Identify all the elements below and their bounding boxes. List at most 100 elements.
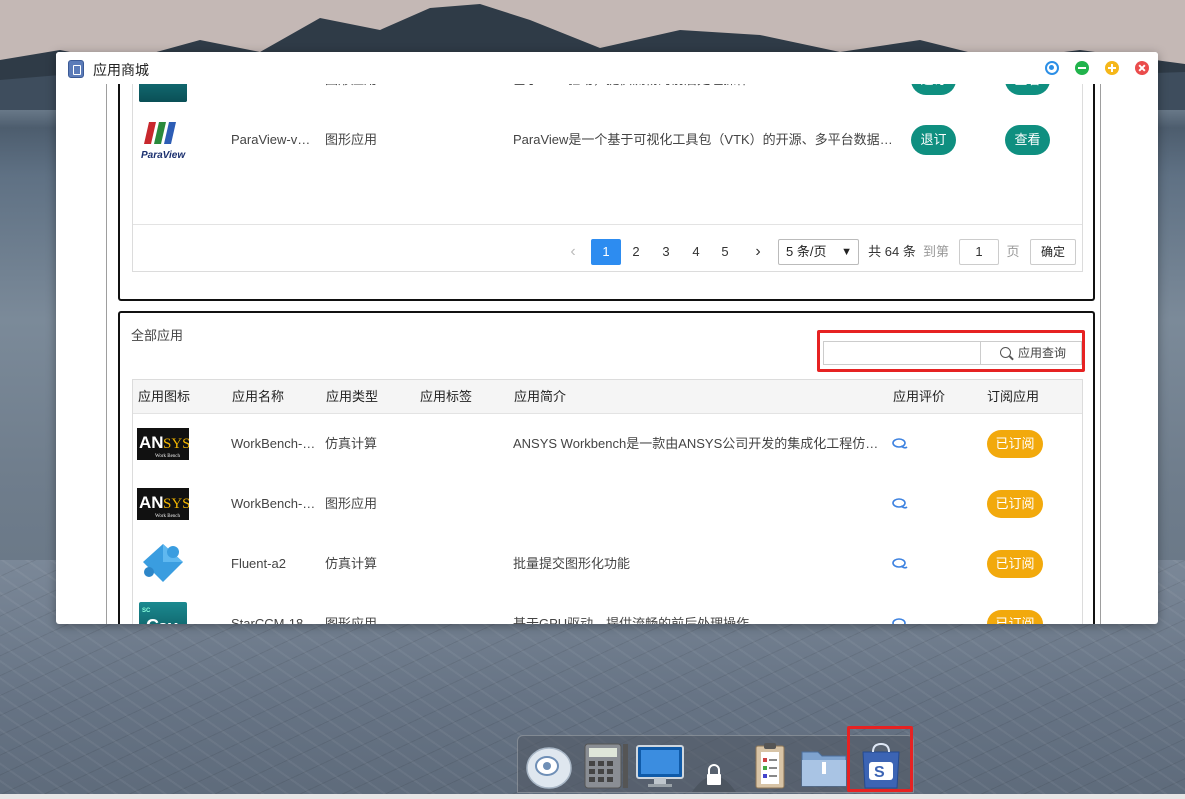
subscribed-apps-table: C CM StarCCM-18... 图形应用 基于GPU驱动，提供流畅的前后处… [132,84,1083,272]
page-3[interactable]: 3 [655,239,677,265]
comment-icon[interactable] [892,558,908,570]
page-4[interactable]: 4 [685,239,707,265]
app-desc: ParaView是一个基于可视化工具包（VTK）的开源、多平台数据分析和... [513,132,903,147]
calculator-icon[interactable] [579,740,631,792]
titlebar: 应用商城 [56,52,1158,84]
app-desc: 基于GPU驱动，提供流畅的前后处理操作 [513,84,903,110]
subscribed-button[interactable]: 已订阅 [987,610,1043,624]
goto-page-input[interactable]: 1 [959,239,999,265]
app-name: Fluent-a2 [231,556,286,571]
ansys-logo: AN SYS Work Bench [137,488,189,520]
table-header: 应用图标 应用名称 应用类型 应用标签 应用简介 应用评价 订阅应用 [133,380,1082,414]
paraview-logo: ParaView [141,122,186,161]
minimize-button[interactable] [1075,61,1089,75]
chevron-down-icon: ▼ [841,246,852,258]
prev-page-icon[interactable]: ‹ [565,239,581,265]
app-name: StarCCM-18... [231,84,317,110]
unsubscribe-button[interactable]: 退订 [911,125,956,155]
table-row: AN SYS Work Bench WorkBench-v... 图形应用 已订… [133,474,1082,534]
starccm-logo: SC C CM [139,602,187,624]
app-tag [419,594,499,624]
svg-text:SYS: SYS [163,496,189,512]
svg-text:Work Bench: Work Bench [155,514,181,519]
folder-icon[interactable] [798,740,850,792]
comment-icon[interactable] [892,618,908,624]
header-rating: 应用评价 [893,389,946,404]
lock-icon[interactable] [688,740,740,792]
pagination: ‹ 1 2 3 4 5 › 5 条/页 ▼ 共 64 条 到第 1 页 确定 [133,224,1082,272]
table-row: ParaView ParaView-v5.... 图形应用 ParaView是一… [133,110,1082,170]
table-row: AN SYS Work Bench WorkBench-v... 仿真计算 AN… [133,414,1082,474]
app-tag [419,474,499,534]
table-row: C CM StarCCM-18... 图形应用 基于GPU驱动，提供流畅的前后处… [133,84,1082,110]
clipboard-icon[interactable] [744,740,796,792]
content-area: C CM StarCCM-18... 图形应用 基于GPU驱动，提供流畅的前后处… [56,84,1158,624]
app-type: 仿真计算 [325,556,378,571]
header-type: 应用类型 [326,389,379,404]
subscribed-button[interactable]: 已订阅 [987,430,1043,458]
app-desc: ANSYS Workbench是一款由ANSYS公司开发的集成化工程仿真平... [513,436,883,451]
search-input[interactable] [823,341,981,365]
table-row: SC C CM StarCCM-18... 图形应用 基于GPU驱动，提供流畅的… [133,594,1082,624]
app-desc: 批量提交图形化功能 [513,556,631,571]
subscribed-button[interactable]: 已订阅 [987,490,1043,518]
app-name: ParaView-v5.... [231,132,317,147]
svg-text:SC: SC [142,608,151,614]
svg-text:CM: CM [158,620,178,624]
header-icon: 应用图标 [138,389,191,404]
pin-button[interactable] [1045,61,1059,75]
search-button-label: 应用查询 [1018,346,1067,360]
close-button[interactable] [1135,61,1149,75]
app-name: WorkBench-v... [231,496,317,511]
table-row: Fluent-a2 仿真计算 批量提交图形化功能 已订阅 [133,534,1082,594]
ansys-logo: AN SYS Work Bench [137,428,189,460]
comment-icon[interactable] [892,438,908,450]
app-desc: 基于GPU驱动，提供流畅的前后处理操作 [513,616,750,624]
page-5[interactable]: 5 [714,239,736,265]
goto-confirm-button[interactable]: 确定 [1030,239,1076,265]
view-button[interactable]: 查看 [1005,125,1050,155]
total-count: 共 64 条 [868,244,916,259]
app-desc [513,474,883,534]
svg-text:Work Bench: Work Bench [155,454,181,459]
page-2[interactable]: 2 [625,239,647,265]
subscribed-apps-panel: C CM StarCCM-18... 图形应用 基于GPU驱动，提供流畅的前后处… [118,84,1095,301]
svg-text:CM: CM [158,84,178,85]
page-size-select[interactable]: 5 条/页 ▼ [778,239,859,265]
view-button[interactable]: 查看 [1005,84,1050,95]
app-type: 图形应用 [325,84,405,110]
all-apps-table: 应用图标 应用名称 应用类型 应用标签 应用简介 应用评价 订阅应用 AN SY… [132,379,1083,624]
svg-text:SYS: SYS [163,436,189,452]
search-icon [1000,347,1011,358]
maximize-button[interactable] [1105,61,1119,75]
section-title: 全部应用 [131,328,184,343]
fluent-logo [143,544,183,582]
header-tag: 应用标签 [420,389,473,404]
taskbar-strip [0,794,1185,799]
monitor-icon[interactable] [634,740,686,792]
page-1[interactable]: 1 [591,239,621,265]
app-store-window: 应用商城 C CM StarCCM-18... 图形应用 [56,52,1158,624]
app-type: 仿真计算 [325,436,378,451]
window-title: 应用商城 [93,62,149,78]
browser-icon[interactable] [523,740,575,792]
app-name: StarCCM-18... [231,616,315,624]
header-desc: 应用简介 [514,389,567,404]
starccm-logo: C CM [139,84,187,102]
search-highlight: 应用查询 [817,330,1085,372]
goto-label: 到第 [922,244,949,259]
app-type: 图形应用 [325,132,378,147]
app-tag [419,534,499,594]
app-type: 图形应用 [325,616,378,624]
page-unit: 页 [1006,244,1020,259]
all-apps-panel: 全部应用 应用查询 应用图标 应用名称 应用类型 应用标签 应用简介 应用评价 … [118,311,1095,624]
unsubscribe-button[interactable]: 退订 [911,84,956,95]
search-button[interactable]: 应用查询 [980,341,1082,365]
comment-icon[interactable] [892,498,908,510]
next-page-icon[interactable]: › [750,239,766,265]
app-store-dock-highlight [847,726,913,792]
app-name: WorkBench-v... [231,436,317,451]
svg-text:ParaView: ParaView [141,150,186,161]
subscribed-button[interactable]: 已订阅 [987,550,1043,578]
header-subscribe: 订阅应用 [987,389,1040,404]
